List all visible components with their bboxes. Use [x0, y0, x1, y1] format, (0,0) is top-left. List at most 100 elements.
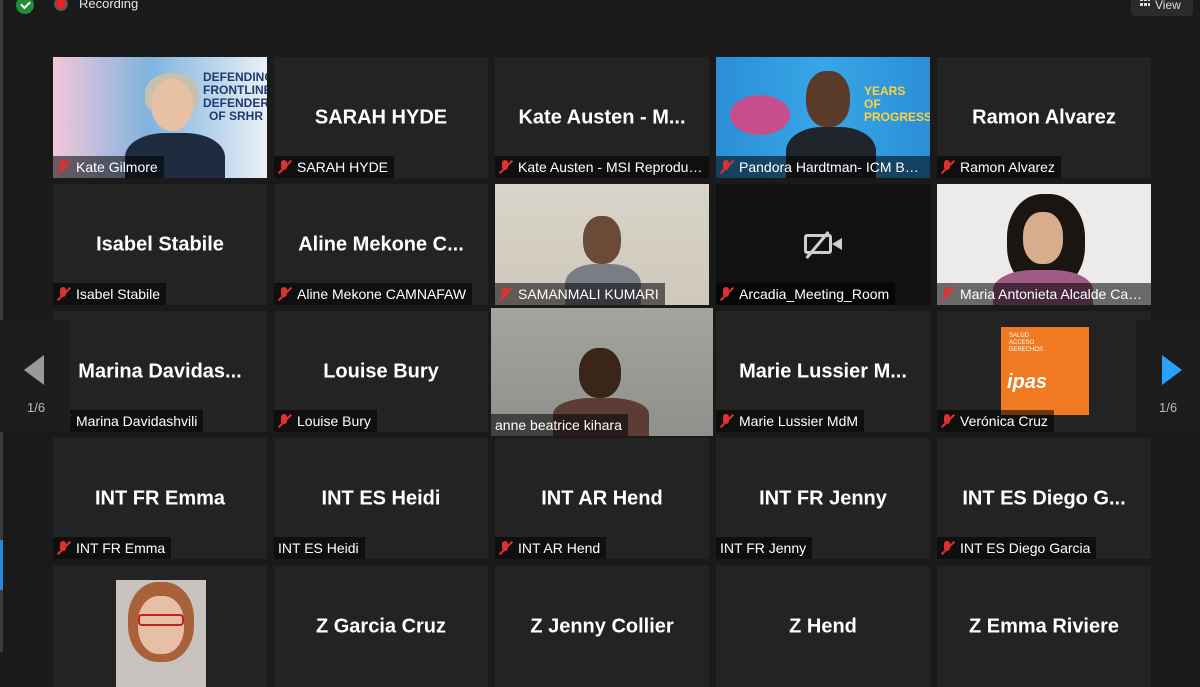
participant-tile[interactable]: YEARS OF PROGRESS Pandora Hardtman- ICM B… [716, 57, 930, 178]
participant-display-name: INT FR Emma [94, 487, 226, 509]
participant-display-name: Marie Lussier M... [739, 360, 907, 382]
muted-mic-icon [941, 160, 954, 174]
muted-mic-icon [499, 160, 512, 174]
participant-display-name: Z Jenny Collier [530, 615, 674, 637]
participant-video [53, 566, 267, 687]
slide-text: YEARS OF PROGRESS [864, 84, 930, 124]
muted-mic-icon [57, 287, 70, 301]
participant-tile[interactable]: Z Jenny Collier [495, 566, 709, 687]
participant-display-name: INT AR Hend [541, 487, 663, 509]
participant-tile[interactable]: DEFENDING FRONTLINE DEFENDERS OF SRHR Kat… [53, 57, 267, 178]
participant-tile[interactable]: Maria Antonieta Alcalde Cast... [937, 184, 1151, 305]
participant-name-label: SAMANMALI KUMARI [495, 283, 665, 305]
participant-display-name: INT ES Heidi [321, 487, 441, 509]
participant-display-name: Kate Austen - M... [518, 106, 686, 128]
participant-name-label: Marina Davidashvili [53, 410, 204, 432]
participant-name: Ramon Alvarez [960, 159, 1055, 175]
participant-name: Marie Lussier MdM [739, 413, 859, 429]
participant-tile[interactable]: INT AR Hend INT AR Hend [495, 438, 709, 559]
participant-name: INT FR Emma [76, 540, 166, 556]
meeting-topbar: Recording View [0, 0, 1200, 18]
participant-display-name: SARAH HYDE [314, 106, 448, 128]
security-shield-icon[interactable] [16, 0, 34, 14]
participant-display-name: Aline Mekone C... [298, 233, 464, 255]
participant-tile[interactable] [53, 566, 267, 687]
participant-name-label: Kate Austen - MSI Reproduct... [495, 156, 709, 178]
muted-mic-icon [57, 160, 70, 174]
view-button[interactable]: View [1131, 0, 1193, 16]
participant-name: Kate Austen - MSI Reproduct... [518, 159, 709, 175]
participant-tile[interactable]: INT FR Emma INT FR Emma [53, 438, 267, 559]
participant-name: Marina Davidashvili [76, 413, 198, 429]
grid-view-icon [1140, 0, 1150, 6]
participant-name-label: INT ES Diego Garcia [937, 537, 1097, 559]
camera-off-icon [804, 230, 844, 259]
ipas-logo: SALUD ACCESO DERECHOS ipas [1001, 327, 1089, 415]
participant-name: Louise Bury [297, 413, 371, 429]
participant-display-name: INT ES Diego G... [962, 487, 1126, 509]
participant-name-label: INT FR Emma [53, 537, 172, 559]
muted-mic-icon [57, 541, 70, 555]
participant-tile[interactable]: SAMANMALI KUMARI [495, 184, 709, 305]
participant-tile[interactable]: Marie Lussier M... Marie Lussier MdM [716, 311, 930, 432]
participant-name-label: Ramon Alvarez [937, 156, 1061, 178]
left-edge-accent [0, 540, 3, 590]
muted-mic-icon [499, 287, 512, 301]
participant-tile[interactable]: Arcadia_Meeting_Room [716, 184, 930, 305]
participant-name-label: INT FR Jenny [716, 537, 813, 559]
participant-tile[interactable]: SARAH HYDE SARAH HYDE [274, 57, 488, 178]
participant-name-label: Maria Antonieta Alcalde Cast... [937, 283, 1151, 305]
participant-tile[interactable]: Aline Mekone C... Aline Mekone CAMNAFAW [274, 184, 488, 305]
muted-mic-icon [499, 541, 512, 555]
muted-mic-icon [941, 414, 954, 428]
prev-page-arrow-icon[interactable] [24, 355, 44, 385]
participant-name-label: INT ES Heidi [274, 537, 365, 559]
participant-name-label: Isabel Stabile [53, 283, 167, 305]
participant-display-name: Louise Bury [323, 360, 439, 382]
participant-name-label: Aline Mekone CAMNAFAW [274, 283, 473, 305]
participant-tile[interactable]: Z Garcia Cruz [274, 566, 488, 687]
muted-mic-icon [720, 160, 733, 174]
muted-mic-icon [941, 541, 954, 555]
participant-name: anne beatrice kihara [495, 417, 622, 433]
participant-name: Verónica Cruz [960, 413, 1048, 429]
participant-name-label: Kate Gilmore [53, 156, 164, 178]
participant-name: Arcadia_Meeting_Room [739, 286, 890, 302]
participant-tile[interactable]: Kate Austen - M... Kate Austen - MSI Repr… [495, 57, 709, 178]
participant-display-name: Z Emma Riviere [968, 615, 1120, 637]
page-indicator-left: 1/6 [27, 400, 46, 415]
participant-tile[interactable]: INT FR Jenny INT FR Jenny [716, 438, 930, 559]
participant-display-name: Isabel Stabile [96, 233, 224, 255]
participant-name: INT ES Diego Garcia [960, 540, 1091, 556]
participant-tile[interactable]: Z Hend [716, 566, 930, 687]
view-button-label: View [1155, 0, 1181, 12]
recording-label: Recording [79, 0, 139, 11]
muted-mic-icon [278, 160, 291, 174]
muted-mic-icon [278, 287, 291, 301]
participant-name-label: Marie Lussier MdM [716, 410, 865, 432]
participant-name: INT FR Jenny [720, 540, 807, 556]
participant-name-label: Louise Bury [274, 410, 377, 432]
participant-tile[interactable]: Ramon Alvarez Ramon Alvarez [937, 57, 1151, 178]
participant-name: Kate Gilmore [76, 159, 158, 175]
participant-tile[interactable]: INT ES Heidi INT ES Heidi [274, 438, 488, 559]
participant-tile[interactable]: Z Emma Riviere [937, 566, 1151, 687]
muted-mic-icon [720, 414, 733, 428]
participant-name-label: INT AR Hend [495, 537, 607, 559]
participant-tile[interactable]: SALUD ACCESO DERECHOS ipas Verónica Cruz [937, 311, 1151, 432]
participant-tile[interactable]: Marina Davidas... Marina Davidashvili [53, 311, 267, 432]
participant-tile[interactable]: Isabel Stabile Isabel Stabile [53, 184, 267, 305]
participant-name: Aline Mekone CAMNAFAW [297, 286, 467, 302]
participant-display-name: INT FR Jenny [759, 487, 887, 509]
participant-name: SARAH HYDE [297, 159, 389, 175]
slide-text: DEFENDING FRONTLINE DEFENDERS OF SRHR [203, 70, 267, 123]
participant-tile[interactable]: INT ES Diego G... INT ES Diego Garcia [937, 438, 1151, 559]
participant-tile[interactable]: anne beatrice kihara [491, 308, 713, 436]
recording-icon [54, 0, 68, 11]
next-page-arrow-icon[interactable] [1162, 355, 1182, 385]
participant-tile[interactable]: Louise Bury Louise Bury [274, 311, 488, 432]
participant-name: Maria Antonieta Alcalde Cast... [960, 286, 1151, 302]
participant-photo [116, 580, 206, 687]
participant-display-name: Z Garcia Cruz [315, 615, 447, 637]
participant-name-label: Verónica Cruz [937, 410, 1054, 432]
